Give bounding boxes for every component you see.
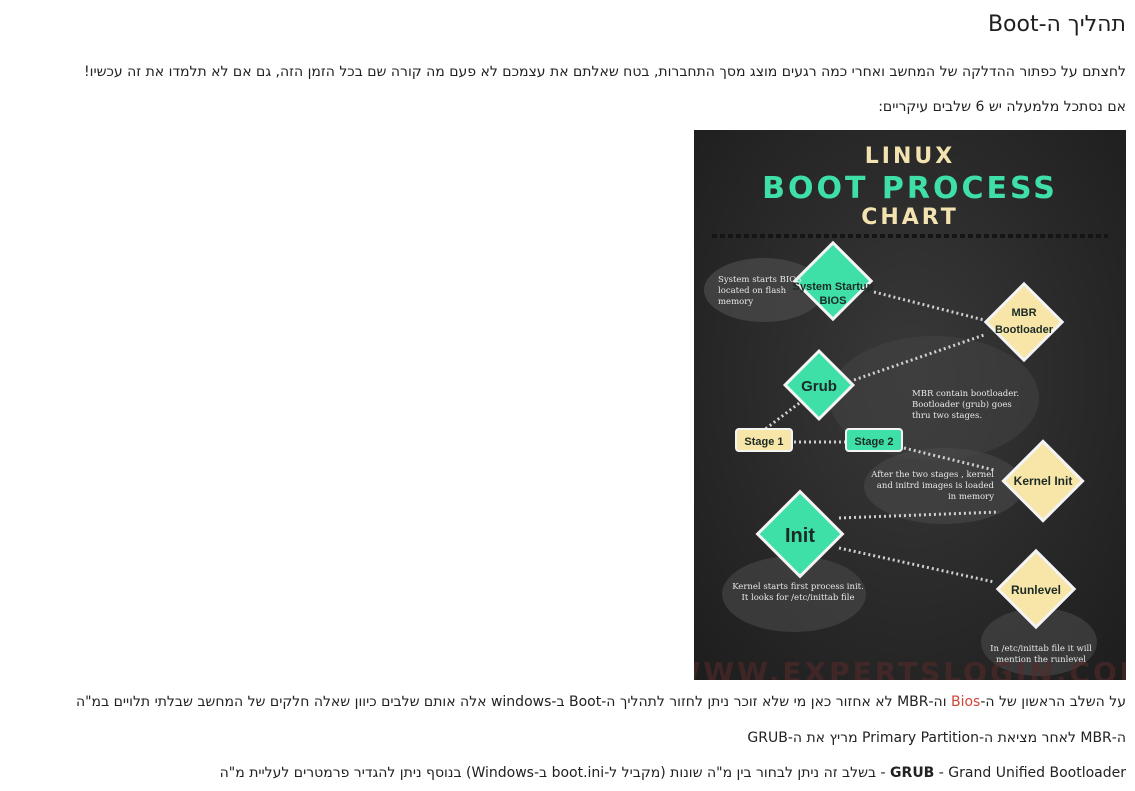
node-stage1: Stage 1 [735,428,793,452]
node-label: Bootloader [995,324,1054,336]
infographic-watermark: WWW.EXPERTSLOGIN.COM [694,656,1126,680]
node-stage2: Stage 2 [845,428,903,452]
note-init-line: Kernel starts first process init. [732,582,864,592]
note-bios-line: located on flash [718,286,787,296]
note-bios-line: memory [718,297,753,307]
node-label: Kernel Init [1014,474,1073,488]
note-init-line: It looks for /etc/inittab file [742,593,855,603]
paragraph-text: וה-MBR לא אחזור כאן מי שלא זוכר ניתן לחז… [75,694,951,710]
node-label: System Startup [793,281,874,293]
bios-mbr-paragraph: על השלב הראשון של ה-Bios וה-MBR לא אחזור… [76,692,1126,712]
infographic-title-line2: BOOT PROCESS [762,171,1058,206]
note-kernel-line: and initrd images is loaded [877,481,995,491]
mbr-grub-paragraph: ה-MBR לאחר מציאת ה-Primary Partition מרי… [747,730,1126,746]
page-title: תהליך ה-Boot [987,12,1126,37]
note-mbr-line: thru two stages. [912,411,982,421]
grub-paragraph: GRUB - Grand Unified Bootloader - בשלב ז… [220,763,1126,783]
linux-boot-process-infographic: LINUX BOOT PROCESS CHART System Startup … [694,130,1126,680]
note-kernel-line: in memory [948,492,994,502]
note-mbr-line: MBR contain bootloader. [912,389,1019,399]
node-label: BIOS [820,295,847,307]
node-label: Init [785,525,815,547]
paragraph-text: - Grand Unified Bootloader - בשלב זה נית… [219,765,1126,781]
infographic-title-line1: LINUX [865,144,955,169]
node-kernel-init: Kernel Init [1001,439,1085,523]
grub-term: GRUB [890,765,935,781]
steps-intro-paragraph: אם נסתכל מלמעלה יש 6 שלבים עיקריים: [878,99,1126,115]
bios-link[interactable]: Bios [951,694,980,710]
note-runlevel-line: In /etc/inittab file it will [990,644,1092,654]
node-label: Stage 2 [854,436,893,448]
node-label: Runlevel [1011,583,1061,597]
paragraph-text: על השלב הראשון של ה- [980,694,1126,710]
node-label: Grub [801,378,837,395]
note-mbr-line: Bootloader (grub) goes [912,399,1012,410]
node-label: Stage 1 [744,436,783,448]
note-bios-line: System starts BIOS [718,275,802,285]
note-kernel-line: After the two stages , kernel [870,470,994,480]
infographic-title-line3: CHART [861,205,959,230]
infographic-svg: LINUX BOOT PROCESS CHART System Startup … [694,144,1126,680]
node-label: MBR [1011,307,1036,319]
intro-paragraph: לחצתם על כפתור ההדלקה של המחשב ואחרי כמה… [84,64,1126,80]
